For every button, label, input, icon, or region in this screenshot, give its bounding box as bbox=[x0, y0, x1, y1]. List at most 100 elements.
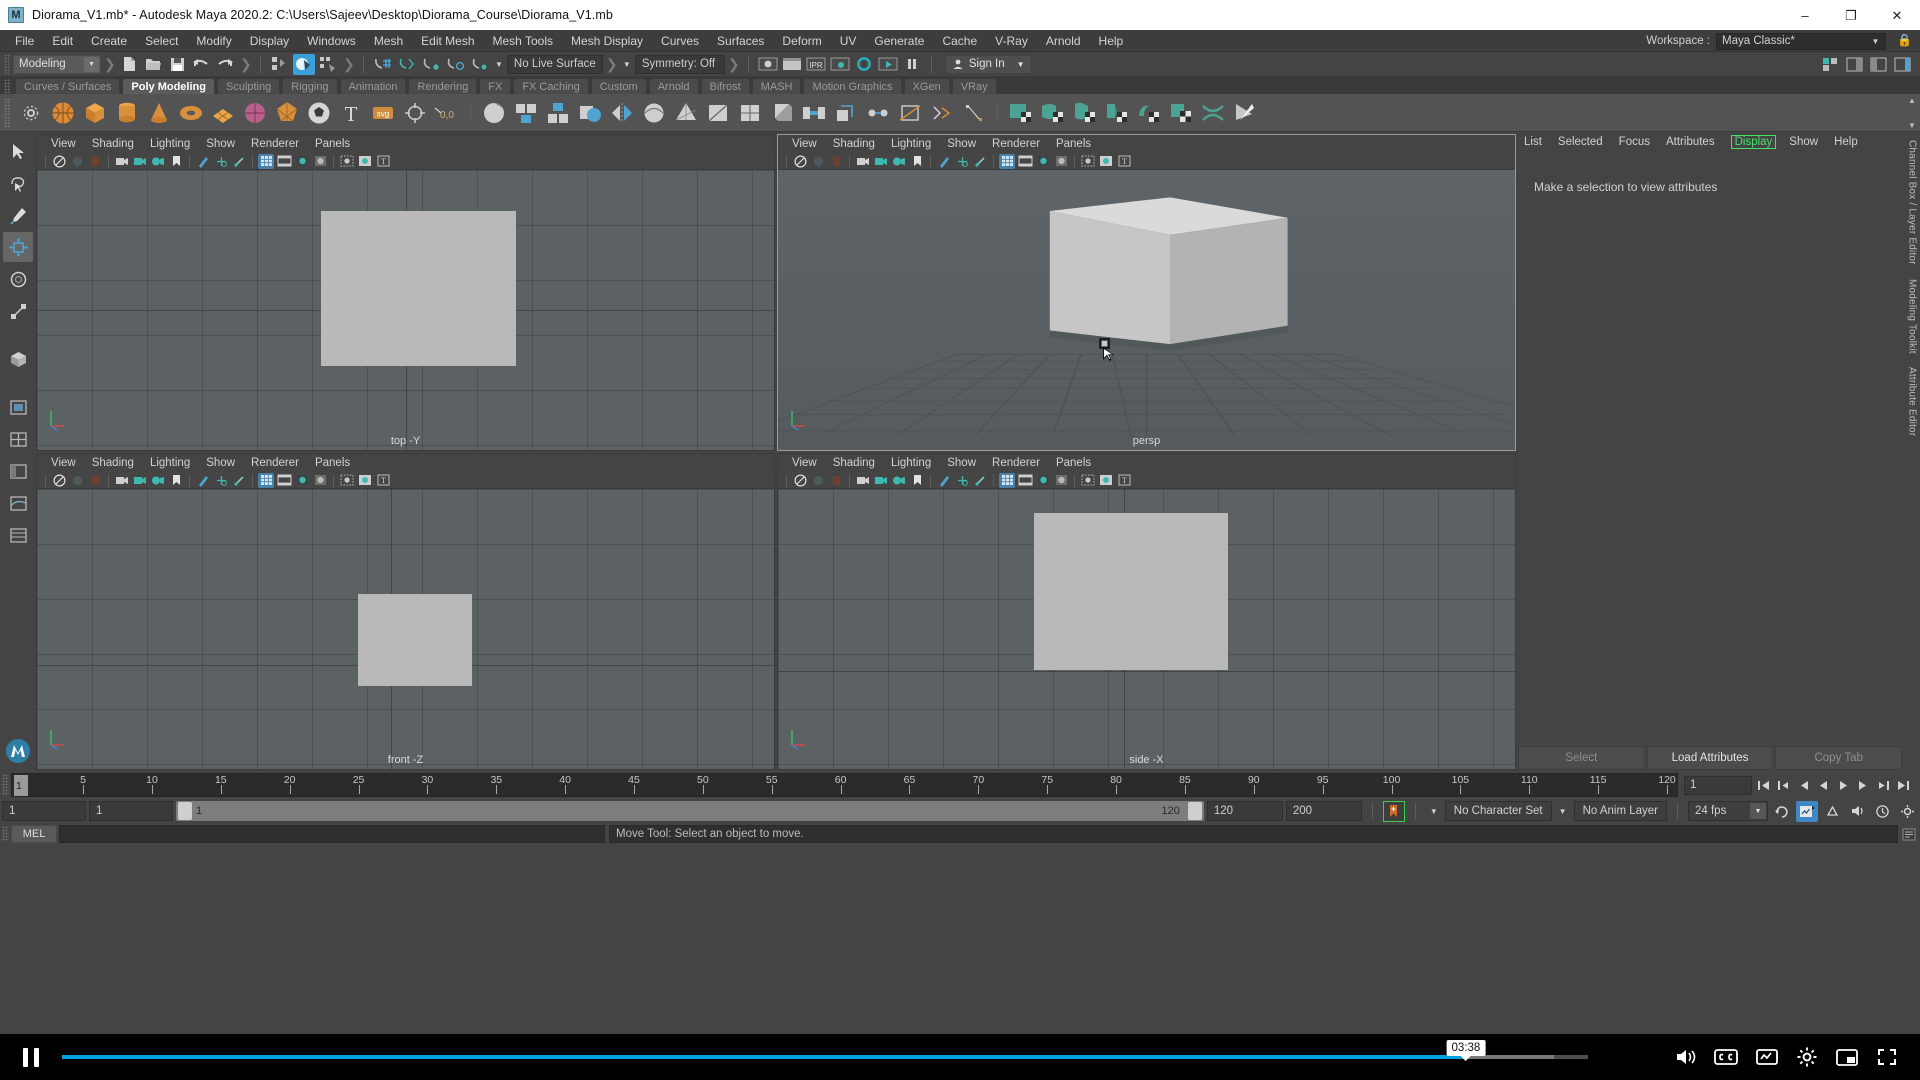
mirror-icon[interactable] bbox=[607, 97, 637, 129]
snap-to-curve-icon[interactable] bbox=[396, 54, 418, 75]
chevron-down-icon[interactable]: ▼ bbox=[1430, 807, 1438, 816]
wireframe-on-shaded-icon[interactable] bbox=[339, 154, 355, 169]
poly-cube-icon[interactable] bbox=[80, 97, 110, 129]
poly-svg-icon[interactable]: svg bbox=[368, 97, 398, 129]
viewport-side-menu-panels[interactable]: Panels bbox=[1056, 457, 1091, 469]
wireframe-on-shaded-icon[interactable] bbox=[1080, 473, 1096, 488]
time-slider-gripper[interactable] bbox=[2, 774, 9, 796]
tab-channel-box-layer-editor[interactable]: Channel Box / Layer Editor bbox=[1907, 140, 1918, 265]
cycle-playback-icon[interactable] bbox=[1771, 801, 1793, 822]
viewport-front-menu-view[interactable]: View bbox=[51, 457, 76, 469]
gate-mask-icon[interactable] bbox=[936, 154, 952, 169]
time-slider[interactable]: 1 51015202530354045505560657075808590951… bbox=[11, 773, 1678, 797]
menu-create[interactable]: Create bbox=[82, 32, 136, 50]
hypershade-icon[interactable] bbox=[853, 54, 875, 75]
go-to-start-icon[interactable] bbox=[1755, 776, 1772, 794]
closed-captions-icon[interactable] bbox=[1714, 1048, 1738, 1066]
poly-torus-icon[interactable] bbox=[176, 97, 206, 129]
viewport-front-menu-renderer[interactable]: Renderer bbox=[251, 457, 299, 469]
camera-lock-icon[interactable] bbox=[873, 154, 889, 169]
layout-single-icon[interactable] bbox=[3, 392, 33, 422]
current-frame-field[interactable]: 1 bbox=[1684, 776, 1752, 795]
snap-together-icon[interactable] bbox=[400, 97, 430, 129]
step-back-frame-icon[interactable] bbox=[1795, 776, 1812, 794]
viewport-persp[interactable]: View Shading Lighting Show Renderer Pane… bbox=[777, 134, 1516, 451]
shadows-icon[interactable] bbox=[1035, 473, 1051, 488]
textured-icon[interactable] bbox=[1098, 473, 1114, 488]
move-tool-icon[interactable] bbox=[3, 232, 33, 262]
minimize-button[interactable]: – bbox=[1782, 0, 1828, 30]
wireframe-on-shaded-icon[interactable] bbox=[1080, 154, 1096, 169]
select-button[interactable]: Select bbox=[1518, 746, 1645, 770]
grid-toggle-icon[interactable] bbox=[258, 473, 274, 488]
scale-tool-icon[interactable] bbox=[3, 296, 33, 326]
poly-sphere-icon[interactable] bbox=[48, 97, 78, 129]
shelf-tab-custom[interactable]: Custom bbox=[591, 78, 647, 94]
shelf-tab-vray[interactable]: VRay bbox=[952, 78, 997, 94]
redo-icon[interactable] bbox=[214, 54, 236, 75]
textured-icon[interactable] bbox=[357, 154, 373, 169]
audio-icon[interactable] bbox=[1846, 801, 1868, 822]
resolution-gate-icon[interactable] bbox=[213, 154, 229, 169]
spherical-map-icon[interactable] bbox=[1102, 97, 1132, 129]
shelf-scroll-arrows[interactable]: ▲ ▼ bbox=[1906, 96, 1918, 130]
select-tool-icon[interactable] bbox=[3, 136, 33, 166]
lights-icon[interactable]: T bbox=[375, 473, 391, 488]
step-forward-frame-icon[interactable] bbox=[1855, 776, 1872, 794]
viewport-side-canvas[interactable]: side -X bbox=[778, 489, 1515, 769]
attr-menu-attributes[interactable]: Attributes bbox=[1666, 136, 1715, 148]
gate-mask-icon[interactable] bbox=[936, 473, 952, 488]
shadows-icon[interactable] bbox=[294, 473, 310, 488]
menu-mesh-display[interactable]: Mesh Display bbox=[562, 32, 652, 50]
character-set-field[interactable]: No Character Set bbox=[1445, 801, 1552, 821]
smooth-icon[interactable] bbox=[639, 97, 669, 129]
fullscreen-icon[interactable] bbox=[1876, 1047, 1898, 1067]
viewport-top-menu-renderer[interactable]: Renderer bbox=[251, 138, 299, 150]
tab-attribute-editor[interactable]: Attribute Editor bbox=[1907, 367, 1918, 436]
bevel-icon[interactable] bbox=[767, 97, 797, 129]
viewport-top[interactable]: View Shading Lighting Show Renderer Pane… bbox=[36, 134, 775, 451]
chevron-down-icon[interactable]: ▼ bbox=[495, 60, 503, 69]
shadows-icon[interactable] bbox=[294, 154, 310, 169]
menu-display[interactable]: Display bbox=[241, 32, 298, 50]
connect-icon[interactable] bbox=[959, 97, 989, 129]
step-back-key-icon[interactable] bbox=[1775, 776, 1792, 794]
shadows-icon[interactable] bbox=[1035, 154, 1051, 169]
shelf-tab-rigging[interactable]: Rigging bbox=[282, 78, 337, 94]
attr-menu-show[interactable]: Show bbox=[1789, 136, 1818, 148]
viewport-front-menu-panels[interactable]: Panels bbox=[315, 457, 350, 469]
film-gate-toggle-icon[interactable] bbox=[1017, 473, 1033, 488]
anim-layer-field[interactable]: No Anim Layer bbox=[1574, 801, 1667, 821]
snap-to-point-icon[interactable] bbox=[420, 54, 442, 75]
shelf-gripper[interactable] bbox=[4, 79, 11, 93]
grid-toggle-icon[interactable] bbox=[999, 154, 1015, 169]
snap-to-grid-icon[interactable] bbox=[372, 54, 394, 75]
menuset-select[interactable]: Modeling ▼ bbox=[13, 55, 101, 74]
viewport-persp-menu-shading[interactable]: Shading bbox=[833, 138, 875, 150]
animation-preferences-icon[interactable] bbox=[1796, 801, 1818, 822]
poly-interactive-split-icon[interactable]: 0,0 bbox=[432, 97, 462, 129]
range-end-field[interactable]: 120 bbox=[1207, 801, 1283, 821]
poly-disc-icon[interactable] bbox=[240, 97, 270, 129]
camera-settings-icon[interactable] bbox=[150, 473, 166, 488]
lock-icon[interactable]: 🔒 bbox=[1897, 33, 1912, 47]
image-plane-icon[interactable] bbox=[909, 154, 925, 169]
settings-quality-icon[interactable] bbox=[1756, 1047, 1778, 1067]
poly-cone-icon[interactable] bbox=[144, 97, 174, 129]
uv-editor-icon[interactable] bbox=[1006, 97, 1036, 129]
paint-select-tool-icon[interactable] bbox=[3, 200, 33, 230]
play-forwards-icon[interactable] bbox=[1835, 776, 1852, 794]
film-gate-toggle-icon[interactable] bbox=[276, 154, 292, 169]
camera-icon[interactable] bbox=[855, 154, 871, 169]
show-hide-modeling-toolkit-icon[interactable] bbox=[1819, 54, 1841, 75]
preferences-icon[interactable] bbox=[1896, 801, 1918, 822]
lights-icon[interactable]: T bbox=[375, 154, 391, 169]
snap-to-view-plane-icon[interactable] bbox=[468, 54, 490, 75]
poly-type-icon[interactable]: T bbox=[336, 97, 366, 129]
shelf-tab-bifrost[interactable]: Bifrost bbox=[701, 78, 750, 94]
picture-in-picture-icon[interactable] bbox=[1836, 1048, 1858, 1067]
camera-lock-icon[interactable] bbox=[132, 473, 148, 488]
playback-speed-select[interactable]: 24 fps ▼ bbox=[1688, 801, 1768, 821]
planar-map-icon[interactable] bbox=[1038, 97, 1068, 129]
select-camera-icon[interactable] bbox=[792, 473, 808, 488]
